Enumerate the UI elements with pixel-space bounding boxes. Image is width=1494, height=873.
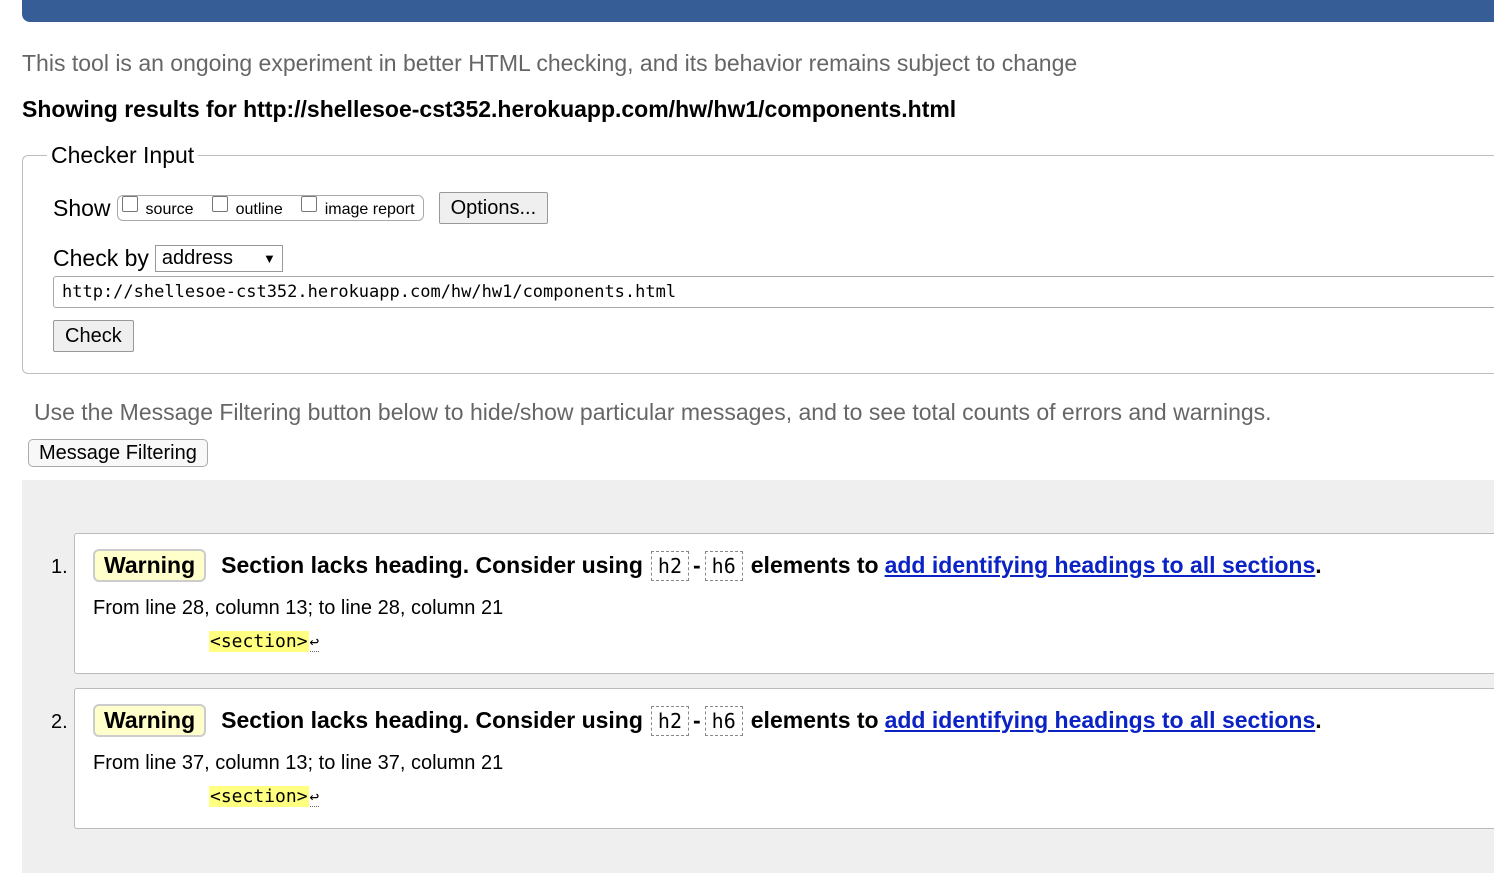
- results-heading: Showing results for http://shellesoe-cst…: [22, 96, 957, 122]
- check-button[interactable]: Check: [53, 320, 134, 352]
- message-number: 2.: [51, 711, 68, 733]
- linefeed-icon: ↩: [309, 786, 320, 807]
- checker-input-fieldset: Checker Input Show source outline image …: [22, 142, 1494, 374]
- image-report-label: image report: [324, 201, 415, 218]
- headings-link[interactable]: add identifying headings to all sections: [885, 552, 1316, 579]
- message-heading: Warning Section lacks heading. Consider …: [93, 704, 1322, 737]
- show-source-option[interactable]: source: [121, 196, 194, 218]
- highlighted-code: <section>: [209, 786, 309, 807]
- message-location: From line 37, column 13; to line 37, col…: [93, 752, 504, 774]
- top-banner: [22, 0, 1494, 22]
- message-item: 2. Warning Section lacks heading. Consid…: [51, 688, 1494, 829]
- code-h2: h2: [650, 550, 689, 581]
- code-extract: <section> ↩: [209, 786, 320, 807]
- check-by-label: Check by: [53, 244, 149, 271]
- message-text-mid: elements to: [750, 707, 879, 733]
- linefeed-icon: ↩: [309, 631, 320, 652]
- show-row: Show source outline image report Options…: [53, 192, 549, 224]
- warning-badge: Warning: [93, 549, 207, 582]
- message-heading: Warning Section lacks heading. Consider …: [93, 549, 1322, 582]
- show-image-report-option[interactable]: image report: [300, 196, 415, 218]
- show-options-group: source outline image report: [116, 195, 424, 221]
- highlighted-code: <section>: [209, 631, 309, 652]
- outline-label: outline: [235, 201, 283, 218]
- check-by-select[interactable]: address ▼: [154, 244, 283, 272]
- code-separator: -: [693, 552, 701, 578]
- options-button[interactable]: Options...: [438, 192, 549, 224]
- message-end: .: [1315, 707, 1322, 733]
- check-by-value: address: [161, 246, 234, 269]
- message-item: 1. Warning Section lacks heading. Consid…: [51, 533, 1494, 674]
- filtering-description: Use the Message Filtering button below t…: [34, 399, 1272, 425]
- image-report-checkbox[interactable]: [300, 196, 317, 212]
- code-h2: h2: [650, 705, 689, 736]
- message-filtering-button[interactable]: Message Filtering: [28, 439, 208, 467]
- intro-text: This tool is an ongoing experiment in be…: [22, 50, 1078, 76]
- source-label: source: [145, 201, 194, 218]
- message-number: 1.: [51, 556, 68, 578]
- source-checkbox[interactable]: [121, 196, 138, 212]
- results-panel: 1. Warning Section lacks heading. Consid…: [22, 480, 1494, 873]
- checker-legend: Checker Input: [47, 142, 199, 169]
- message-text: Section lacks heading. Consider using: [221, 552, 643, 578]
- code-h6: h6: [704, 705, 743, 736]
- url-input[interactable]: http://shellesoe-cst352.herokuapp.com/hw…: [53, 276, 1494, 308]
- check-by-row: Check by address ▼: [53, 244, 283, 272]
- show-outline-option[interactable]: outline: [211, 196, 283, 218]
- dropdown-arrow-icon: ▼: [263, 250, 276, 266]
- headings-link[interactable]: add identifying headings to all sections: [885, 707, 1316, 734]
- message-location: From line 28, column 13; to line 28, col…: [93, 597, 504, 619]
- message-text-mid: elements to: [750, 552, 879, 578]
- message-end: .: [1315, 552, 1322, 578]
- code-separator: -: [693, 707, 701, 733]
- code-extract: <section> ↩: [209, 631, 320, 652]
- code-h6: h6: [704, 550, 743, 581]
- show-label: Show: [53, 194, 111, 221]
- message-text: Section lacks heading. Consider using: [221, 707, 643, 733]
- outline-checkbox[interactable]: [211, 196, 228, 212]
- warning-badge: Warning: [93, 704, 207, 737]
